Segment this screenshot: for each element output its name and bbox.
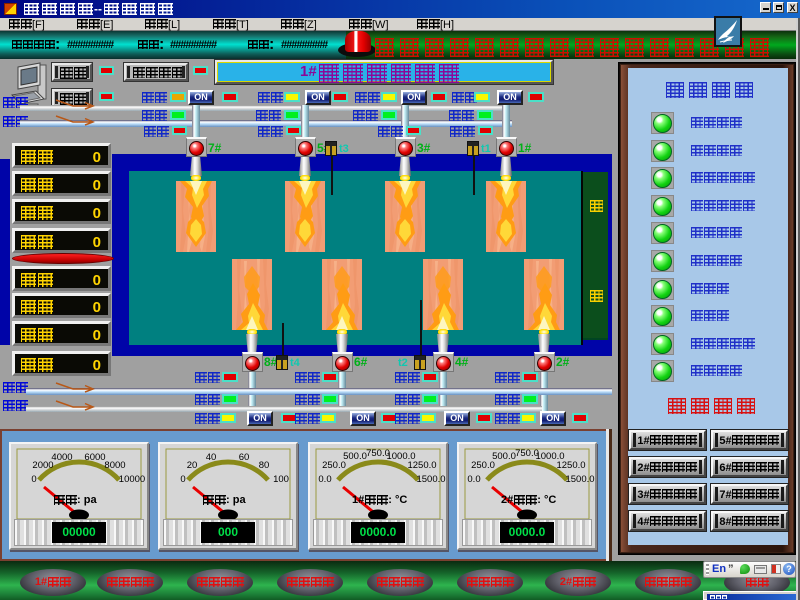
svg-text:1500.0: 1500.0 bbox=[565, 474, 594, 485]
svg-text:20: 20 bbox=[187, 460, 198, 471]
svg-text:500.0: 500.0 bbox=[343, 451, 367, 462]
svg-text:8000: 8000 bbox=[104, 460, 125, 471]
svg-text:6000: 6000 bbox=[84, 452, 105, 463]
svg-text:40: 40 bbox=[206, 452, 217, 463]
svg-text:0: 0 bbox=[31, 474, 36, 485]
svg-text:1250.0: 1250.0 bbox=[556, 460, 585, 471]
svg-text:750.0: 750.0 bbox=[366, 448, 390, 459]
svg-text:1500.0: 1500.0 bbox=[416, 474, 445, 485]
svg-text:1250.0: 1250.0 bbox=[407, 460, 436, 471]
svg-text:0.0: 0.0 bbox=[467, 474, 480, 485]
svg-text:4000: 4000 bbox=[51, 452, 72, 463]
svg-text:0: 0 bbox=[180, 474, 185, 485]
svg-text:1000.0: 1000.0 bbox=[535, 451, 564, 462]
svg-text:60: 60 bbox=[239, 452, 250, 463]
svg-text:250.0: 250.0 bbox=[471, 460, 495, 471]
svg-text:0.0: 0.0 bbox=[318, 474, 331, 485]
svg-text:100: 100 bbox=[273, 474, 289, 485]
svg-text:10000: 10000 bbox=[119, 474, 145, 485]
svg-text:1000.0: 1000.0 bbox=[386, 451, 415, 462]
svg-text:500.0: 500.0 bbox=[492, 451, 516, 462]
svg-text:2000: 2000 bbox=[32, 460, 53, 471]
svg-text:750.0: 750.0 bbox=[515, 448, 539, 459]
svg-text:250.0: 250.0 bbox=[322, 460, 346, 471]
svg-text:80: 80 bbox=[259, 460, 270, 471]
